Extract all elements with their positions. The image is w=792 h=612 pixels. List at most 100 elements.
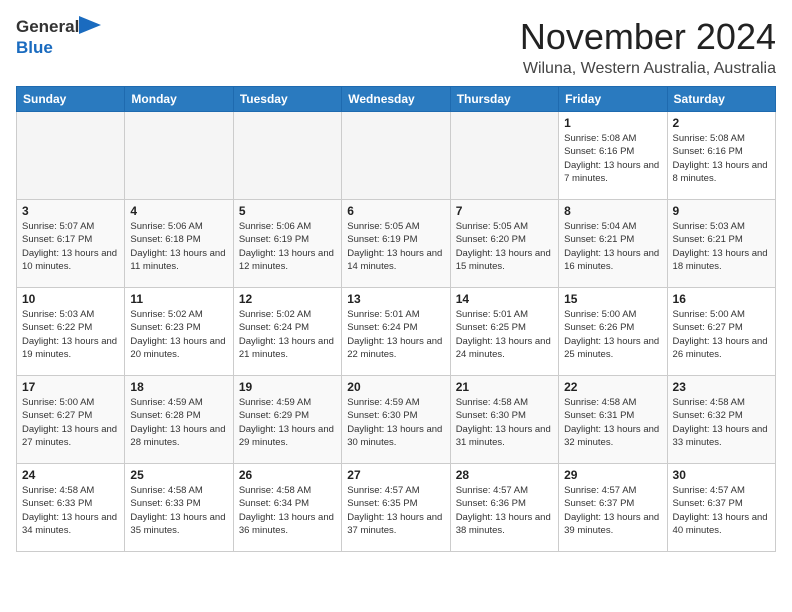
day-info: Sunrise: 5:03 AMSunset: 6:22 PMDaylight:… xyxy=(22,308,119,361)
header-wednesday: Wednesday xyxy=(342,87,450,112)
day-info: Sunrise: 4:58 AMSunset: 6:34 PMDaylight:… xyxy=(239,484,336,537)
day-info: Sunrise: 5:00 AMSunset: 6:27 PMDaylight:… xyxy=(673,308,770,361)
page-header: General Blue November 2024 Wiluna, Weste… xyxy=(16,16,776,78)
table-row: 11 Sunrise: 5:02 AMSunset: 6:23 PMDayligh… xyxy=(125,288,233,376)
table-row: 25 Sunrise: 4:58 AMSunset: 6:33 PMDayligh… xyxy=(125,464,233,552)
logo-arrow-icon xyxy=(79,16,101,34)
table-row: 8 Sunrise: 5:04 AMSunset: 6:21 PMDaylight… xyxy=(559,200,667,288)
day-number: 19 xyxy=(239,380,336,394)
table-row: 24 Sunrise: 4:58 AMSunset: 6:33 PMDayligh… xyxy=(17,464,125,552)
day-number: 18 xyxy=(130,380,227,394)
header-friday: Friday xyxy=(559,87,667,112)
day-number: 9 xyxy=(673,204,770,218)
table-row xyxy=(17,112,125,200)
day-info: Sunrise: 4:59 AMSunset: 6:29 PMDaylight:… xyxy=(239,396,336,449)
table-row: 29Sunrise: 4:57 AMSunset: 6:37 PMDayligh… xyxy=(559,464,667,552)
day-number: 27 xyxy=(347,468,444,482)
day-info: Sunrise: 4:58 AMSunset: 6:30 PMDaylight:… xyxy=(456,396,553,449)
day-info: Sunrise: 5:02 AMSunset: 6:23 PMDaylight:… xyxy=(130,308,227,361)
table-row: 12 Sunrise: 5:02 AMSunset: 6:24 PMDayligh… xyxy=(233,288,341,376)
day-number: 1 xyxy=(564,116,661,130)
table-row: 6Sunrise: 5:05 AMSunset: 6:19 PMDaylight… xyxy=(342,200,450,288)
day-number: 26 xyxy=(239,468,336,482)
day-number: 11 xyxy=(130,292,227,306)
calendar-week-row: 3 Sunrise: 5:07 AMSunset: 6:17 PMDaylight… xyxy=(17,200,776,288)
day-info: Sunrise: 5:07 AMSunset: 6:17 PMDaylight:… xyxy=(22,220,119,273)
day-number: 2 xyxy=(673,116,770,130)
day-info: Sunrise: 4:59 AMSunset: 6:30 PMDaylight:… xyxy=(347,396,444,449)
table-row: 28Sunrise: 4:57 AMSunset: 6:36 PMDayligh… xyxy=(450,464,558,552)
table-row: 23 Sunrise: 4:58 AMSunset: 6:32 PMDayligh… xyxy=(667,376,775,464)
day-info: Sunrise: 5:00 AMSunset: 6:26 PMDaylight:… xyxy=(564,308,661,361)
day-info: Sunrise: 4:58 AMSunset: 6:31 PMDaylight:… xyxy=(564,396,661,449)
table-row xyxy=(125,112,233,200)
month-title: November 2024 xyxy=(520,16,776,58)
day-number: 23 xyxy=(673,380,770,394)
day-info: Sunrise: 4:58 AMSunset: 6:33 PMDaylight:… xyxy=(130,484,227,537)
table-row: 16 Sunrise: 5:00 AMSunset: 6:27 PMDayligh… xyxy=(667,288,775,376)
day-info: Sunrise: 5:06 AMSunset: 6:19 PMDaylight:… xyxy=(239,220,336,273)
table-row: 10 Sunrise: 5:03 AMSunset: 6:22 PMDayligh… xyxy=(17,288,125,376)
table-row: 13 Sunrise: 5:01 AMSunset: 6:24 PMDayligh… xyxy=(342,288,450,376)
day-number: 5 xyxy=(239,204,336,218)
day-number: 4 xyxy=(130,204,227,218)
table-row: 2Sunrise: 5:08 AMSunset: 6:16 PMDaylight… xyxy=(667,112,775,200)
header-saturday: Saturday xyxy=(667,87,775,112)
day-number: 7 xyxy=(456,204,553,218)
day-number: 15 xyxy=(564,292,661,306)
day-number: 3 xyxy=(22,204,119,218)
day-number: 22 xyxy=(564,380,661,394)
logo-blue-text: Blue xyxy=(16,39,53,58)
day-number: 21 xyxy=(456,380,553,394)
table-row: 19 Sunrise: 4:59 AMSunset: 6:29 PMDayligh… xyxy=(233,376,341,464)
table-row: 1 Sunrise: 5:08 AMSunset: 6:16 PMDaylight… xyxy=(559,112,667,200)
table-row: 26 Sunrise: 4:58 AMSunset: 6:34 PMDayligh… xyxy=(233,464,341,552)
day-info: Sunrise: 4:58 AMSunset: 6:33 PMDaylight:… xyxy=(22,484,119,537)
day-info: Sunrise: 5:05 AMSunset: 6:19 PMDaylight:… xyxy=(347,220,444,273)
table-row: 18 Sunrise: 4:59 AMSunset: 6:28 PMDayligh… xyxy=(125,376,233,464)
day-number: 14 xyxy=(456,292,553,306)
table-row: 9Sunrise: 5:03 AMSunset: 6:21 PMDaylight… xyxy=(667,200,775,288)
logo-general-text: General xyxy=(16,18,79,37)
day-info: Sunrise: 5:06 AMSunset: 6:18 PMDaylight:… xyxy=(130,220,227,273)
day-info: Sunrise: 5:08 AMSunset: 6:16 PMDaylight:… xyxy=(564,132,661,185)
day-number: 30 xyxy=(673,468,770,482)
day-info: Sunrise: 4:57 AMSunset: 6:37 PMDaylight:… xyxy=(564,484,661,537)
day-info: Sunrise: 4:57 AMSunset: 6:37 PMDaylight:… xyxy=(673,484,770,537)
calendar-table: Sunday Monday Tuesday Wednesday Thursday… xyxy=(16,86,776,552)
header-tuesday: Tuesday xyxy=(233,87,341,112)
day-number: 12 xyxy=(239,292,336,306)
calendar-header-row: Sunday Monday Tuesday Wednesday Thursday… xyxy=(17,87,776,112)
header-sunday: Sunday xyxy=(17,87,125,112)
day-info: Sunrise: 4:57 AMSunset: 6:35 PMDaylight:… xyxy=(347,484,444,537)
header-thursday: Thursday xyxy=(450,87,558,112)
table-row: 5 Sunrise: 5:06 AMSunset: 6:19 PMDaylight… xyxy=(233,200,341,288)
table-row: 15 Sunrise: 5:00 AMSunset: 6:26 PMDayligh… xyxy=(559,288,667,376)
day-info: Sunrise: 4:59 AMSunset: 6:28 PMDaylight:… xyxy=(130,396,227,449)
day-info: Sunrise: 4:58 AMSunset: 6:32 PMDaylight:… xyxy=(673,396,770,449)
day-number: 20 xyxy=(347,380,444,394)
day-info: Sunrise: 5:02 AMSunset: 6:24 PMDaylight:… xyxy=(239,308,336,361)
location-title: Wiluna, Western Australia, Australia xyxy=(520,60,776,78)
day-info: Sunrise: 4:57 AMSunset: 6:36 PMDaylight:… xyxy=(456,484,553,537)
day-number: 25 xyxy=(130,468,227,482)
calendar-week-row: 24 Sunrise: 4:58 AMSunset: 6:33 PMDayligh… xyxy=(17,464,776,552)
day-info: Sunrise: 5:01 AMSunset: 6:25 PMDaylight:… xyxy=(456,308,553,361)
table-row xyxy=(450,112,558,200)
calendar-week-row: 17Sunrise: 5:00 AMSunset: 6:27 PMDayligh… xyxy=(17,376,776,464)
header-monday: Monday xyxy=(125,87,233,112)
table-row: 20 Sunrise: 4:59 AMSunset: 6:30 PMDayligh… xyxy=(342,376,450,464)
day-info: Sunrise: 5:01 AMSunset: 6:24 PMDaylight:… xyxy=(347,308,444,361)
day-info: Sunrise: 5:04 AMSunset: 6:21 PMDaylight:… xyxy=(564,220,661,273)
title-area: November 2024 Wiluna, Western Australia,… xyxy=(520,16,776,78)
day-number: 16 xyxy=(673,292,770,306)
day-number: 8 xyxy=(564,204,661,218)
day-info: Sunrise: 5:00 AMSunset: 6:27 PMDaylight:… xyxy=(22,396,119,449)
table-row xyxy=(233,112,341,200)
table-row: 30 Sunrise: 4:57 AMSunset: 6:37 PMDayligh… xyxy=(667,464,775,552)
table-row: 3 Sunrise: 5:07 AMSunset: 6:17 PMDaylight… xyxy=(17,200,125,288)
table-row: 21 Sunrise: 4:58 AMSunset: 6:30 PMDayligh… xyxy=(450,376,558,464)
day-number: 24 xyxy=(22,468,119,482)
day-number: 10 xyxy=(22,292,119,306)
day-number: 13 xyxy=(347,292,444,306)
